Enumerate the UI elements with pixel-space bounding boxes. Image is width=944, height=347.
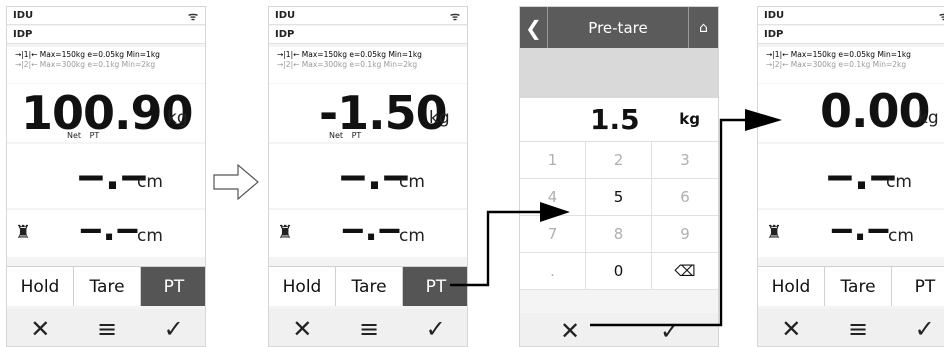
hollow-arrow-icon bbox=[213, 163, 259, 201]
arrowhead-1 bbox=[540, 202, 570, 222]
cancel-to-screen4-arrow bbox=[590, 118, 745, 327]
pt-to-pretare-arrow bbox=[450, 210, 540, 287]
arrowhead-2 bbox=[745, 109, 782, 131]
flow-arrows bbox=[213, 109, 782, 327]
